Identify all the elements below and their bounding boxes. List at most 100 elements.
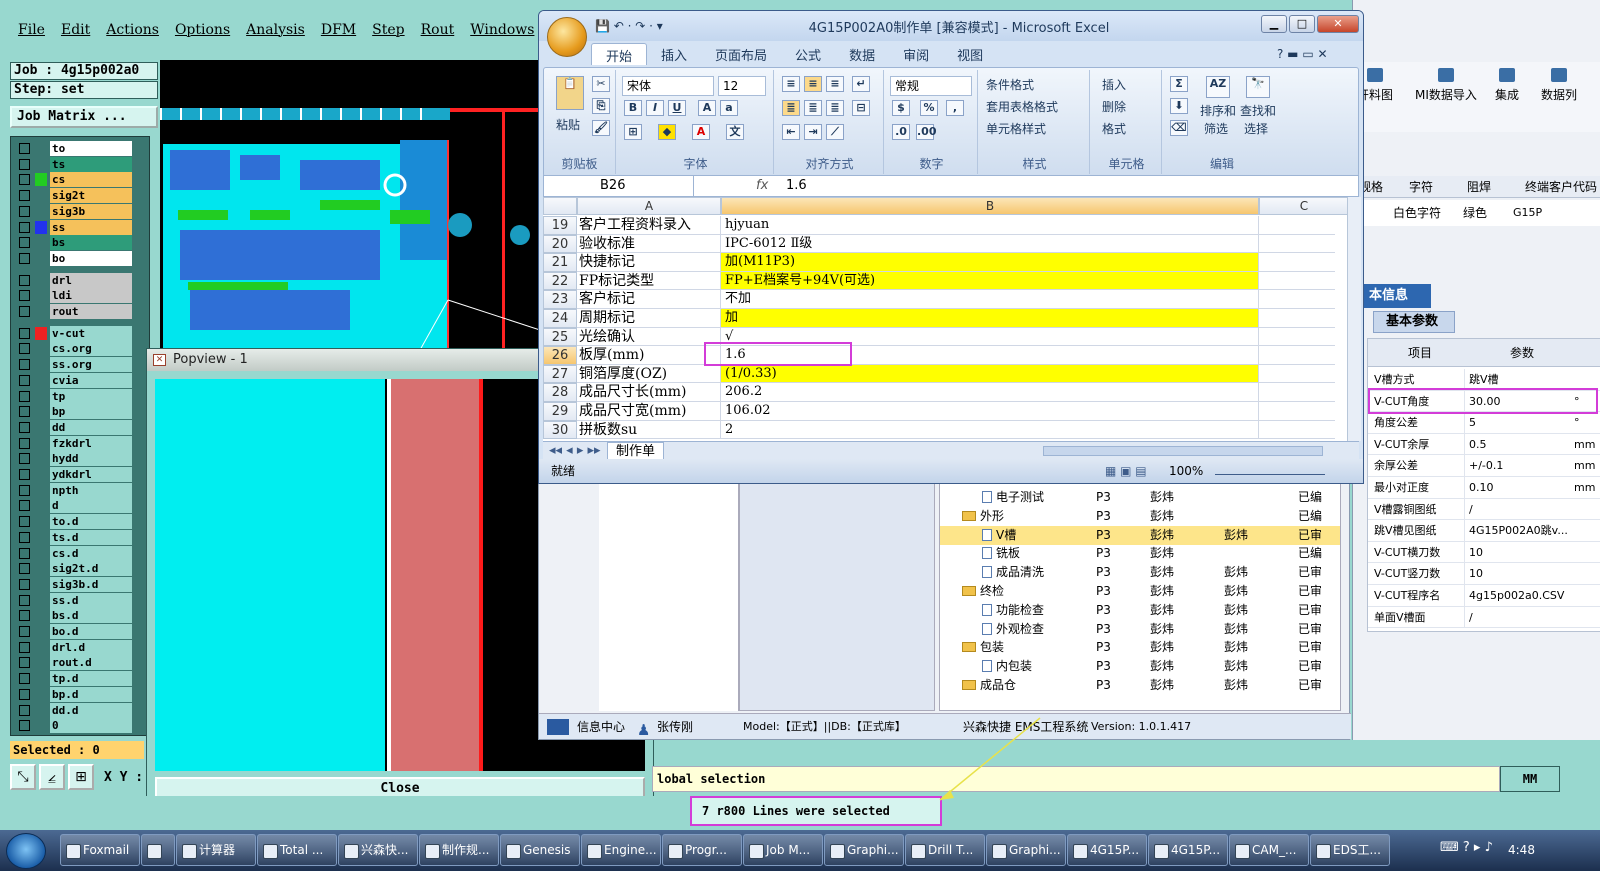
increase-decimal-icon[interactable]: .0 [892,124,910,140]
layer-row[interactable]: to [15,141,141,156]
layer-row[interactable]: rout.d [15,655,141,671]
layer-checkbox[interactable] [19,484,30,496]
start-button-icon[interactable] [6,833,46,869]
column-header-c[interactable]: C [1259,197,1349,215]
tab-basic-info[interactable]: 本信息 [1363,284,1431,308]
process-tree-row[interactable]: 成品仓 P3 彭炜 彭炜 已审 [940,676,1340,695]
toolbar-data-columns[interactable]: 数据列 [1541,68,1577,103]
layer-row[interactable]: bs.d [15,608,141,624]
layer-row[interactable]: hydd [15,451,141,467]
layer-row[interactable]: fzkdrl [15,435,141,451]
taskbar-item[interactable]: Total ... [257,834,337,866]
layer-checkbox[interactable] [19,143,30,154]
sort-filter-icon[interactable]: AZ [1206,76,1230,98]
underline-icon[interactable]: U [668,100,686,116]
layer-checkbox[interactable] [19,500,30,512]
cell-a[interactable]: FP标记类型 [577,271,721,291]
percent-icon[interactable]: % [920,100,938,116]
cell-c[interactable] [1259,328,1335,347]
layer-checkbox[interactable] [19,688,30,700]
grid-tool-icon[interactable]: ⊞ [68,764,94,790]
select-all-corner[interactable] [543,197,577,215]
cut-icon[interactable]: ✂ [592,76,610,92]
zoom-level[interactable]: 100% [1169,459,1203,483]
layer-row[interactable]: d [15,498,141,514]
param-row[interactable]: V-CUT竖刀数 10 [1368,563,1600,585]
orientation-icon[interactable]: ⟋ [826,124,844,140]
find-button[interactable]: 查找和 [1240,102,1276,119]
taskbar-item[interactable]: CAM_... [1229,834,1309,866]
decrease-indent-icon[interactable]: ⇤ [782,124,800,140]
layer-checkbox[interactable] [19,421,30,433]
column-header-b[interactable]: B [721,197,1259,215]
taskbar-item[interactable]: Graphi... [986,834,1066,866]
param-row[interactable]: 单面V槽面 / [1368,606,1600,629]
menu-options[interactable]: Options [167,18,238,44]
minimize-icon[interactable]: ▁ [1261,15,1287,33]
param-row[interactable]: V-CUT横刀数 10 [1368,541,1600,564]
cell-b[interactable]: 不加 [721,290,1259,309]
cell-a[interactable]: 光绘确认 [577,327,721,347]
param-row[interactable]: V槽露铜图纸 / [1368,498,1600,521]
menu-edit[interactable]: Edit [53,18,98,44]
cell-a[interactable]: 板厚(mm) [577,346,721,365]
font-size-select[interactable]: 12 [718,76,766,96]
row-number[interactable]: 30 [543,420,577,440]
layer-row[interactable]: sig3b.d [15,576,141,592]
layer-checkbox[interactable] [19,720,30,732]
taskbar-item[interactable]: Engine... [581,834,661,866]
process-tree-row[interactable]: 功能检查 P3 彭炜 彭炜 已审 [940,601,1340,620]
layer-checkbox[interactable] [19,469,30,480]
layer-row[interactable]: cs.org [15,341,141,357]
fx-icon[interactable]: fx [704,176,774,196]
cell-c[interactable] [1259,346,1335,365]
layer-row[interactable]: cs.d [15,545,141,561]
tab-review[interactable]: 审阅 [889,43,943,65]
layer-checkbox[interactable] [19,516,30,528]
layer-row[interactable]: tp [15,388,141,404]
layer-row[interactable]: cs [15,172,141,188]
layer-checkbox[interactable] [19,563,30,575]
taskbar-item[interactable]: 制作规... [419,834,499,866]
taskbar-item[interactable]: EDS工... [1310,834,1390,866]
cell-c[interactable] [1259,253,1335,272]
row-number[interactable]: 28 [543,383,577,402]
menu-file[interactable]: File [10,18,53,44]
pcb-graphic-view[interactable] [160,60,540,350]
layer-checkbox[interactable] [19,610,30,622]
process-tree-row[interactable]: 铣板 P3 彭炜 已编 [940,544,1340,563]
increase-indent-icon[interactable]: ⇥ [804,124,822,140]
row-number[interactable]: 25 [543,327,577,347]
tab-formulas[interactable]: 公式 [781,43,835,65]
process-tree-row[interactable]: 外观检查 P3 彭炜 彭炜 已审 [940,620,1340,639]
cell-a[interactable]: 周期标记 [577,309,721,328]
layer-checkbox[interactable] [19,657,30,669]
cell-c[interactable] [1259,383,1335,402]
zoom-slider[interactable] [1215,465,1325,475]
shrink-font-icon[interactable]: a [720,100,738,116]
layer-row[interactable]: bp.d [15,686,141,702]
autosum-icon[interactable]: Σ [1170,76,1188,92]
cell-b[interactable]: 2 [721,420,1259,440]
cell-b[interactable]: 加(M11P3) [721,253,1259,272]
process-tree-row[interactable]: 内包装 P3 彭炜 彭炜 已审 [940,657,1340,676]
cell-b[interactable]: 106.02 [721,402,1259,421]
insert-cells-button[interactable]: 插入 [1102,76,1126,93]
toolbar-integrate[interactable]: 集成 [1495,68,1519,103]
delete-cells-button[interactable]: 删除 [1102,98,1126,115]
layer-checkbox[interactable] [19,374,30,386]
menu-windows[interactable]: Windows [462,18,542,44]
layer-checkbox[interactable] [19,221,30,233]
row-number[interactable]: 24 [543,309,577,328]
layer-row[interactable]: bo [15,250,141,266]
quick-access-toolbar[interactable]: 💾 ↶ · ↷ · ▾ [595,19,663,33]
layer-row[interactable]: ydkdrl [15,467,141,482]
layer-checkbox[interactable] [19,704,30,716]
paste-icon[interactable]: 📋 [556,76,584,110]
layer-row[interactable]: bp [15,404,141,420]
row-number[interactable]: 23 [543,290,577,309]
layer-checkbox[interactable] [19,437,30,449]
cell-a[interactable]: 快捷标记 [577,253,721,272]
format-painter-icon[interactable]: 🖌 [592,120,610,136]
layer-row[interactable]: bs [15,235,141,251]
